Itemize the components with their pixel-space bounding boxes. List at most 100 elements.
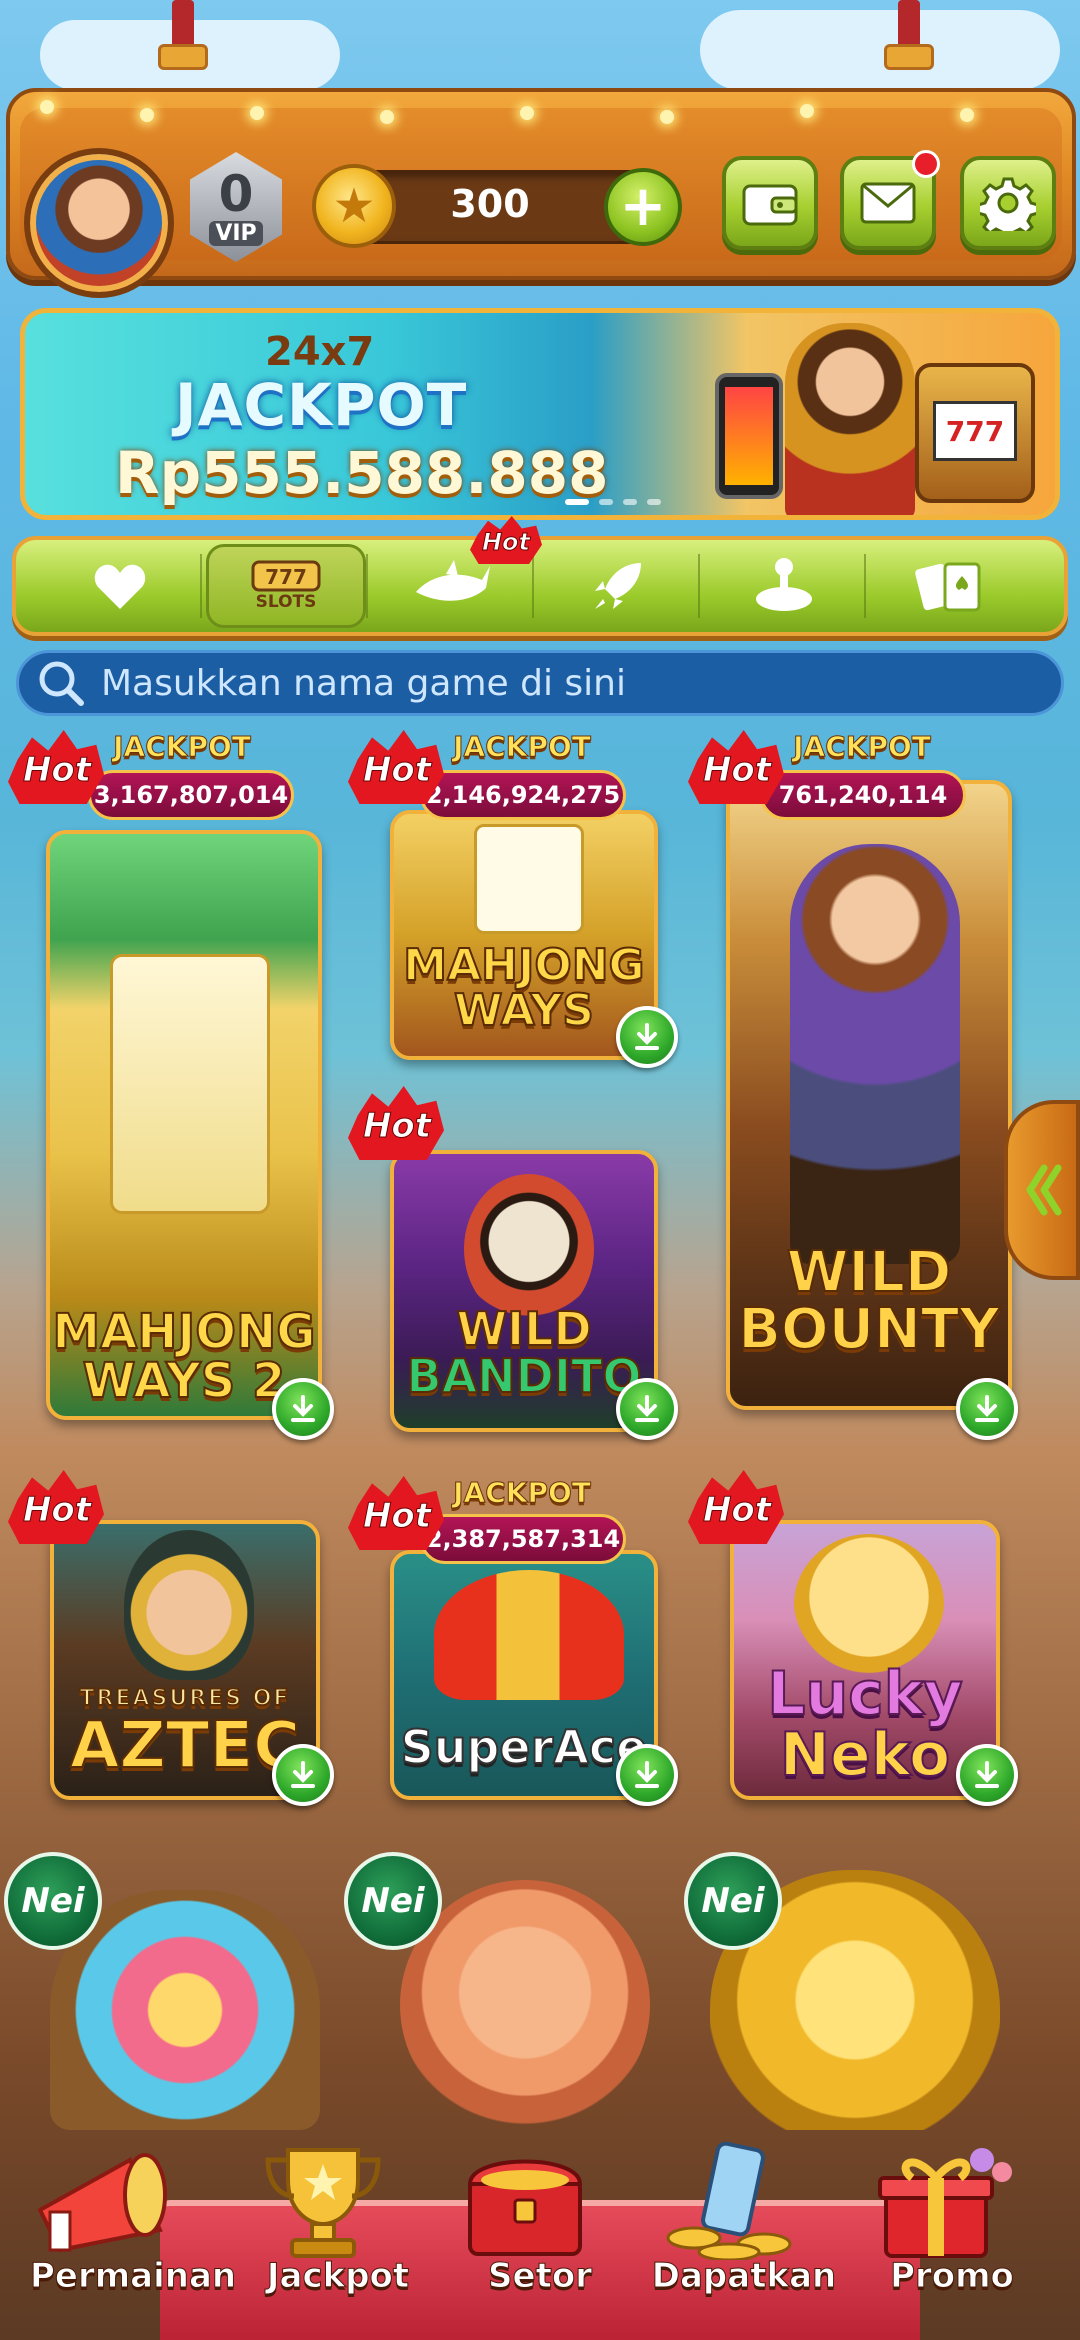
download-button[interactable]: [956, 1744, 1018, 1806]
jackpot-banner[interactable]: 24x7 JACKPOT Rp555.588.888 777: [20, 308, 1060, 520]
cards-icon: [915, 562, 981, 612]
coin-balance: 300: [450, 182, 530, 226]
vip-label: VIP: [209, 220, 263, 246]
new-badge: Nei: [684, 1852, 782, 1950]
game-title: WILD BANDITO: [406, 1302, 643, 1403]
avatar[interactable]: [24, 148, 174, 298]
megaphone-icon: [37, 2153, 167, 2253]
nav-label: Setor: [488, 2256, 593, 2297]
game-title: MAHJONG WAYS: [402, 940, 645, 1036]
download-button[interactable]: [616, 1744, 678, 1806]
download-button[interactable]: [956, 1378, 1018, 1440]
phone-illustration: [715, 373, 783, 499]
divider: [366, 554, 368, 618]
search-icon: [39, 661, 84, 706]
download-button[interactable]: [272, 1378, 334, 1440]
coin-star-icon: ★: [312, 164, 396, 248]
aztec-queen-art: [124, 1530, 254, 1680]
download-icon: [635, 1023, 659, 1050]
character-illustration: [785, 323, 915, 515]
banner-pagination: [565, 499, 661, 505]
new-badge: Nei: [4, 1852, 102, 1950]
search-input[interactable]: Masukkan nama game di sini: [101, 663, 626, 704]
game-tile-wild-bounty[interactable]: WILD BOUNTY: [726, 780, 1012, 1410]
mail-button[interactable]: [840, 150, 940, 250]
jackpot-amount: 761,240,114: [760, 770, 966, 820]
phone-coins-icon: [666, 2141, 792, 2262]
light-bulb: [250, 106, 264, 120]
light-bulb: [960, 108, 974, 122]
heart-icon: [94, 564, 146, 609]
game-subtitle: TREASURES OF: [79, 1686, 291, 1711]
cloud-decoration: [700, 10, 1060, 90]
trophy-icon: [265, 2148, 381, 2258]
download-icon: [635, 1395, 659, 1422]
jackpot-amount: 2,387,587,314: [420, 1514, 626, 1564]
wallet-icon: [742, 184, 798, 226]
rocket-icon: [595, 563, 641, 609]
banner-jackpot-title: JACKPOT: [175, 371, 468, 439]
cowgirl-character-art: [790, 844, 960, 1264]
hot-badge: Hot: [688, 1470, 784, 1544]
tab-slots[interactable]: 777 SLOTS: [206, 544, 366, 628]
hanging-rope-cap: [884, 44, 934, 70]
light-bulb: [660, 110, 674, 124]
hot-badge: Hot: [348, 1086, 444, 1160]
lucky-cat-art: [794, 1534, 944, 1674]
nav-jackpot[interactable]: Jackpot: [238, 2140, 438, 2340]
game-tile-mahjong-ways[interactable]: MAHJONG WAYS: [390, 810, 658, 1060]
light-bulb: [40, 100, 54, 114]
nav-setor[interactable]: Setor: [440, 2140, 640, 2340]
jackpot-label: JACKPOT: [113, 730, 252, 764]
game-tile-mahjong-ways-2[interactable]: MAHJONG WAYS 2: [46, 830, 322, 1420]
mahjong-tiles-art: [110, 954, 270, 1214]
slot-reels: 777: [933, 401, 1017, 461]
game-title: SuperAce: [400, 1720, 649, 1774]
hot-badge: Hot: [688, 730, 784, 804]
light-bulb: [380, 110, 394, 124]
chevron-left-icon: [1026, 1164, 1062, 1216]
hot-badge: Hot: [8, 1470, 104, 1544]
download-button[interactable]: [616, 1006, 678, 1068]
hot-badge: Hot: [348, 1476, 444, 1550]
hot-badge: Hot: [8, 730, 104, 804]
game-tile-wild-bandito[interactable]: WILD BANDITO: [390, 1150, 658, 1432]
svg-text:777: 777: [265, 565, 307, 589]
vip-level: 0: [218, 164, 254, 223]
nav-label: Permainan: [30, 2256, 237, 2297]
nav-label: Promo: [890, 2256, 1015, 2297]
wallet-button[interactable]: [722, 156, 818, 250]
notification-dot: [912, 150, 940, 178]
game-title: WILD BOUNTY: [737, 1240, 1000, 1363]
tab-crash[interactable]: [538, 544, 698, 628]
jackpot-label: JACKPOT: [793, 730, 932, 764]
nav-promo[interactable]: Promo: [852, 2140, 1052, 2340]
bottom-navigation: Permainan Jackpot Setor Dapatkan Promo: [0, 2080, 1080, 2340]
divider: [864, 554, 866, 618]
side-drawer-handle[interactable]: [1004, 1100, 1080, 1280]
jackpot-label: JACKPOT: [453, 1476, 592, 1510]
hanging-rope-cap: [158, 44, 208, 70]
nav-permainan[interactable]: Permainan: [30, 2140, 237, 2340]
add-coins-button[interactable]: +: [604, 168, 682, 246]
jackpot-label: JACKPOT: [453, 730, 592, 764]
download-button[interactable]: [616, 1378, 678, 1440]
light-bulb: [800, 104, 814, 118]
treasure-chest-icon: [467, 2159, 583, 2256]
nav-label: Jackpot: [266, 2256, 410, 2297]
jester-hat-art: [434, 1570, 624, 1700]
search-bar[interactable]: Masukkan nama game di sini: [16, 650, 1064, 716]
download-icon: [291, 1395, 315, 1422]
tab-arcade[interactable]: [704, 544, 864, 628]
jackpot-amount: 3,167,807,014: [88, 770, 294, 820]
tab-favorites[interactable]: [40, 544, 200, 628]
jackpot-amount: 2,146,924,275: [420, 770, 626, 820]
download-button[interactable]: [272, 1744, 334, 1806]
tab-cards[interactable]: [870, 544, 1030, 628]
settings-button[interactable]: [960, 156, 1056, 250]
arcade-icon: [756, 558, 812, 611]
divider: [200, 554, 202, 618]
nav-dapatkan[interactable]: Dapatkan: [644, 2140, 844, 2340]
gear-icon: [980, 177, 1036, 231]
hot-badge: Hot: [348, 730, 444, 804]
